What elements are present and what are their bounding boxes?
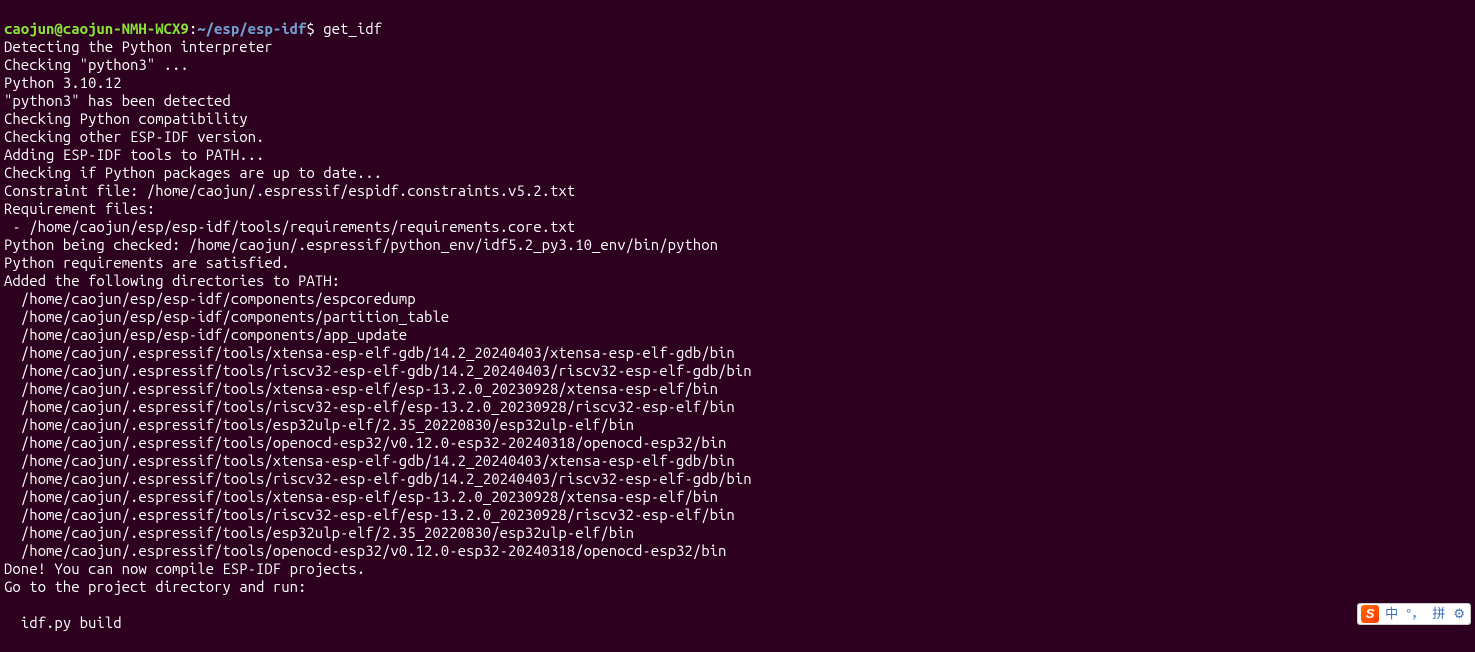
prompt-command: get_idf [323,20,382,37]
prompt-dollar: $ [306,20,323,37]
ime-punctuation-toggle[interactable]: °， [1404,605,1426,623]
prompt-user: caojun@caojun-NMH-WCX9 [4,20,189,37]
ime-logo-icon[interactable]: S [1361,605,1379,623]
ime-settings-icon[interactable]: ⚙ [1451,605,1467,623]
terminal[interactable]: caojun@caojun-NMH-WCX9:~/esp/esp-idf$ ge… [0,0,1475,652]
prompt-path: ~/esp/esp-idf [197,20,306,37]
ime-mode-toggle[interactable]: 拼 [1430,605,1447,623]
ime-toolbar[interactable]: S 中 °， 拼 ⚙ [1357,603,1471,625]
prompt-sep: : [189,20,197,37]
ime-language-toggle[interactable]: 中 [1383,605,1400,623]
terminal-output: Detecting the Python interpreter Checkin… [4,38,1471,632]
